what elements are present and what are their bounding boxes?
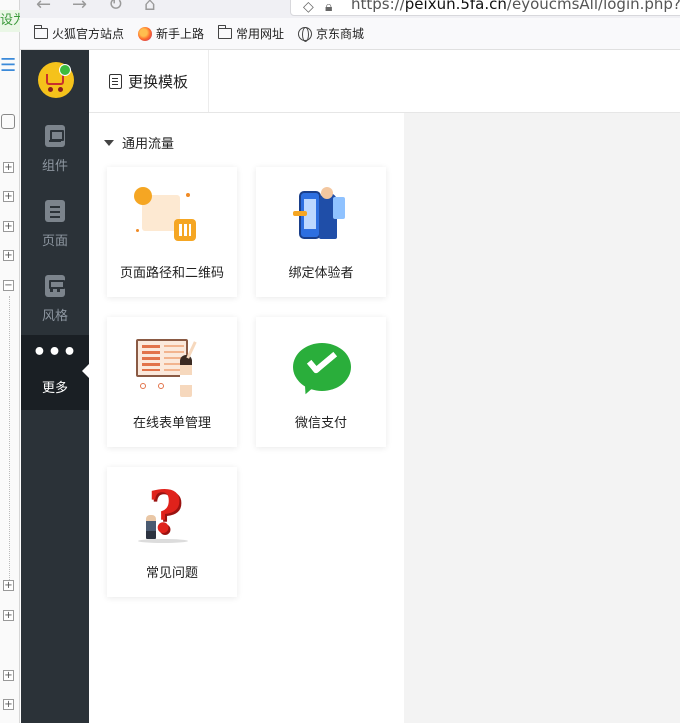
editor-topbar: 更换模板 — [89, 50, 680, 113]
shield-icon[interactable]: ◇ — [303, 0, 314, 15]
bookmark-label: 常用网址 — [236, 27, 285, 41]
forward-icon[interactable]: → — [72, 0, 87, 15]
url-host: peixun.5fa.cn — [404, 0, 507, 13]
more-panel: 通用流量 页面路径和二维码 绑定体验者 在线表单管理 微信支付 ? 常见问题 — [89, 113, 404, 723]
nav-item-label: 页面 — [41, 234, 68, 249]
nav-item-widgets[interactable]: 组件 — [21, 113, 89, 188]
browser-toolbar: ← → ↻ ⌂ ◇ 🔒︎ https://peixun.5fa.cn/eyouc… — [20, 0, 680, 18]
bookmark-item[interactable]: 火狐官方站点 — [33, 25, 125, 42]
style-icon — [45, 275, 65, 297]
bookmark-label: 京东商城 — [316, 27, 365, 41]
caret-down-icon — [104, 139, 114, 146]
template-icon — [108, 73, 122, 89]
document-icon[interactable] — [1, 114, 15, 129]
url-prefix: https:// — [351, 0, 405, 13]
card-label: 微信支付 — [294, 416, 347, 431]
folder-icon — [217, 25, 233, 39]
back-icon[interactable]: ← — [36, 0, 51, 15]
lock-icon[interactable]: 🔒︎ — [325, 0, 332, 15]
tree-collapse-toggle[interactable]: − — [3, 280, 14, 291]
bookmark-item[interactable]: 常用网址 — [217, 25, 285, 42]
tree-expand-toggle[interactable]: + — [3, 699, 14, 710]
bookmarks-bar: 火狐官方站点 新手上路 常用网址 京东商城 — [20, 18, 680, 50]
tree-expand-toggle[interactable]: + — [3, 610, 14, 621]
tree-expand-toggle[interactable]: + — [3, 191, 14, 202]
card-wechat-pay[interactable]: 微信支付 — [256, 317, 386, 447]
preview-canvas — [404, 113, 680, 723]
card-page-path-qrcode[interactable]: 页面路径和二维码 — [107, 167, 237, 297]
nav-sidebar: 组件 页面 风格 ••• 更多 — [21, 50, 90, 723]
widget-icon — [45, 125, 65, 147]
nav-item-label: 组件 — [41, 159, 68, 174]
app-logo-cart-icon — [38, 62, 74, 98]
faq-question-illustration-icon: ? — [132, 481, 212, 555]
menu-icon[interactable]: ☰ — [0, 57, 16, 75]
page-icon — [45, 200, 65, 222]
card-faq[interactable]: ? 常见问题 — [107, 467, 237, 597]
bind-tester-illustration-icon — [281, 185, 361, 255]
card-online-form[interactable]: 在线表单管理 — [107, 317, 237, 447]
url-bar[interactable]: ◇ 🔒︎ https://peixun.5fa.cn/eyoucmsAll/lo… — [290, 0, 680, 16]
home-icon[interactable]: ⌂ — [144, 0, 155, 15]
online-form-illustration-icon — [132, 335, 212, 405]
section-title: 通用流量 — [122, 137, 175, 152]
nav-item-label: 风格 — [41, 309, 68, 324]
card-label: 页面路径和二维码 — [119, 266, 224, 281]
more-dots-icon: ••• — [32, 340, 78, 365]
tree-expand-toggle[interactable]: + — [3, 580, 14, 591]
card-label: 在线表单管理 — [132, 416, 211, 431]
url-path: /eyoucmsAll/login.php?m=ac — [506, 0, 680, 13]
bookmark-label: 新手上路 — [156, 27, 205, 41]
qr-path-illustration-icon — [132, 185, 212, 255]
tree-expand-toggle[interactable]: + — [3, 162, 14, 173]
left-tree-strip: 设为 ☰ + + + + − + + + + — [0, 0, 20, 723]
wechat-pay-icon — [281, 335, 361, 405]
nav-item-pages[interactable]: 页面 — [21, 188, 89, 263]
firefox-icon — [138, 26, 153, 41]
bookmark-label: 火狐官方站点 — [52, 27, 125, 41]
section-header[interactable]: 通用流量 — [104, 133, 174, 152]
bookmark-item[interactable]: 京东商城 — [298, 25, 364, 42]
card-label: 常见问题 — [145, 566, 198, 581]
card-bind-tester[interactable]: 绑定体验者 — [256, 167, 386, 297]
nav-item-style[interactable]: 风格 — [21, 263, 89, 338]
bookmark-item[interactable]: 新手上路 — [138, 25, 204, 42]
strip-top-text: 设为 — [0, 10, 20, 32]
globe-icon — [298, 26, 313, 42]
tree-expand-toggle[interactable]: + — [3, 250, 14, 261]
tree-expand-toggle[interactable]: + — [3, 670, 14, 681]
card-label: 绑定体验者 — [288, 266, 354, 281]
tree-guide-line — [9, 296, 10, 586]
change-template-button[interactable]: 更换模板 — [89, 50, 209, 112]
nav-item-label: 更多 — [41, 381, 68, 396]
tree-expand-toggle[interactable]: + — [3, 221, 14, 232]
nav-item-more[interactable]: ••• 更多 — [21, 335, 90, 410]
folder-icon — [33, 25, 48, 39]
reload-icon[interactable]: ↻ — [108, 0, 123, 15]
change-template-label: 更换模板 — [127, 72, 188, 91]
